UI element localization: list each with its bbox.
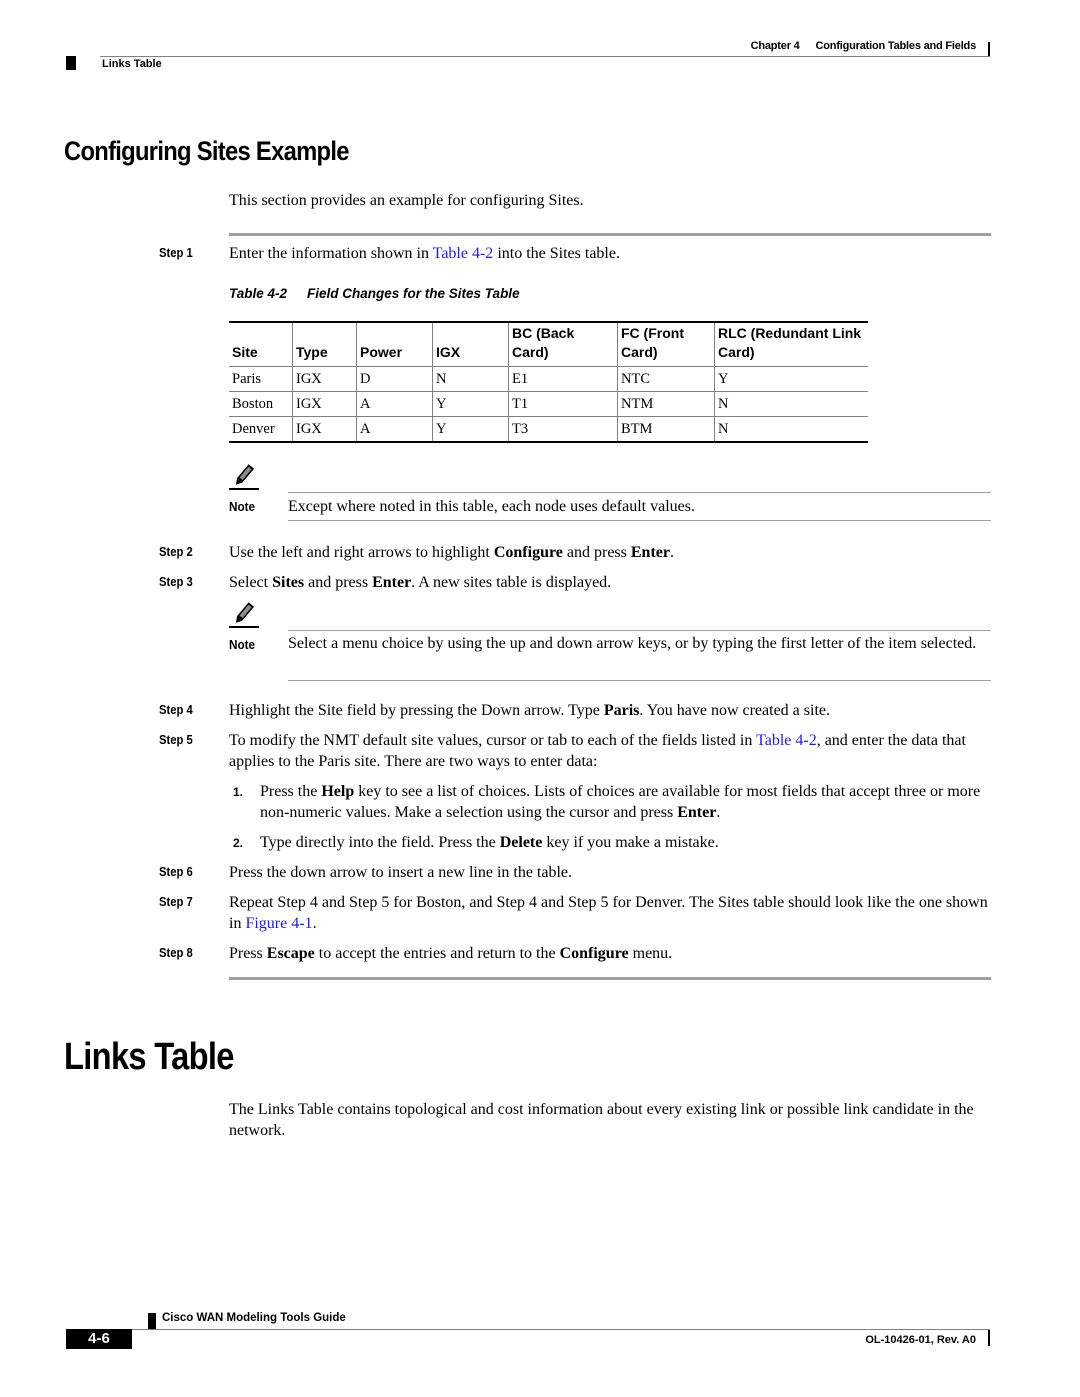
- cell: IGX: [292, 366, 357, 392]
- steps-bottom-rule: [229, 977, 991, 980]
- cell: Y: [714, 366, 868, 392]
- col-header-power: Power: [356, 321, 433, 367]
- cell: Y: [432, 391, 509, 417]
- cell: NTC: [617, 366, 715, 392]
- cell: Denver: [229, 416, 293, 443]
- cell: E1: [508, 366, 618, 392]
- table-row: Paris IGX D N E1 NTC Y: [229, 366, 868, 392]
- table-row: Denver IGX A Y T3 BTM N: [229, 416, 868, 443]
- section-title-configuring-sites: Configuring Sites Example: [64, 136, 349, 166]
- step-8-text: Press Escape to accept the entries and r…: [229, 945, 673, 962]
- col-header-igx: IGX: [432, 321, 509, 367]
- step-label: Step 5: [159, 733, 193, 747]
- footer-rule: [132, 1329, 990, 1330]
- footer-doc-id: OL-10426-01, Rev. A0: [865, 1334, 976, 1346]
- chapter-title: Configuration Tables and Fields: [815, 40, 977, 52]
- cell: BTM: [617, 416, 715, 443]
- chapter-label: Chapter 4: [750, 40, 800, 52]
- note-label: Note: [229, 499, 256, 514]
- step-2-text: Use the left and right arrows to highlig…: [229, 544, 674, 561]
- note-bottom-rule: [288, 680, 991, 681]
- list-number: 1.: [233, 785, 244, 799]
- note-top-rule: [288, 630, 991, 631]
- col-header-type: Type: [292, 321, 357, 367]
- note-label: Note: [229, 637, 256, 652]
- step-label: Step 4: [159, 703, 193, 717]
- figure-4-1-link[interactable]: Figure 4-1: [245, 915, 312, 932]
- list-number: 2.: [233, 836, 244, 850]
- step-label: Step 8: [159, 946, 193, 960]
- col-header-bc: BC (Back Card): [508, 321, 618, 367]
- step-label: Step 3: [159, 575, 193, 589]
- cell: T1: [508, 391, 618, 417]
- cell: A: [356, 416, 433, 443]
- list-item: Type directly into the field. Press the …: [260, 834, 719, 851]
- cell: D: [356, 366, 433, 392]
- cell: N: [714, 391, 868, 417]
- step-label: Step 6: [159, 865, 193, 879]
- note-text: Except where noted in this table, each n…: [288, 498, 695, 515]
- table-header-row: Site Type Power IGX BC (Back Card) FC (F…: [229, 321, 868, 367]
- header-square-marker: [66, 56, 76, 70]
- col-header-site: Site: [229, 321, 293, 367]
- steps-top-rule: [229, 233, 991, 236]
- cell: IGX: [292, 416, 357, 443]
- step-3-text: Select Sites and press Enter. A new site…: [229, 574, 612, 591]
- pencil-note-icon: [229, 602, 259, 628]
- step-5-text: To modify the NMT default site values, c…: [229, 732, 966, 770]
- cell: Y: [432, 416, 509, 443]
- footer-bar-marker: [988, 1330, 990, 1346]
- footer-guide-title: Cisco WAN Modeling Tools Guide: [162, 1312, 346, 1324]
- cell: Boston: [229, 391, 293, 417]
- section-intro: The Links Table contains topological and…: [229, 1101, 974, 1139]
- cell: T3: [508, 416, 618, 443]
- cell: Paris: [229, 366, 293, 392]
- step-label: Step 7: [159, 895, 193, 909]
- step-4-text: Highlight the Site field by pressing the…: [229, 702, 830, 719]
- sites-table: Site Type Power IGX BC (Back Card) FC (F…: [229, 321, 868, 443]
- note-top-rule: [288, 492, 991, 493]
- step-label: Step 2: [159, 545, 193, 559]
- list-item: Press the Help key to see a list of choi…: [260, 783, 981, 821]
- note-text: Select a menu choice by using the up and…: [288, 635, 977, 652]
- step-1-text: Enter the information shown in Table 4-2…: [229, 245, 620, 262]
- table-4-2-link[interactable]: Table 4-2: [756, 732, 817, 749]
- table-caption: Table 4-2 Field Changes for the Sites Tab…: [229, 286, 520, 301]
- cell: A: [356, 391, 433, 417]
- running-header-chapter: Chapter 4 Configuration Tables and Fields: [750, 40, 977, 52]
- header-bar-marker: [988, 42, 990, 57]
- pencil-note-icon: [229, 464, 259, 490]
- page-number: 4-6: [66, 1329, 132, 1349]
- table-4-2-link[interactable]: Table 4-2: [433, 245, 494, 262]
- cell: NTM: [617, 391, 715, 417]
- note-bottom-rule: [288, 520, 991, 521]
- col-header-rlc: RLC (Redundant Link Card): [714, 321, 868, 367]
- header-rule: [100, 56, 990, 57]
- cell: IGX: [292, 391, 357, 417]
- step-label: Step 1: [159, 246, 193, 260]
- footer-square-marker: [148, 1313, 156, 1329]
- step-7-text: Repeat Step 4 and Step 5 for Boston, and…: [229, 894, 988, 932]
- cell: N: [714, 416, 868, 443]
- running-header-section: Links Table: [102, 58, 162, 70]
- step-6-text: Press the down arrow to insert a new lin…: [229, 864, 573, 881]
- cell: N: [432, 366, 509, 392]
- table-row: Boston IGX A Y T1 NTM N: [229, 391, 868, 417]
- col-header-fc: FC (Front Card): [617, 321, 715, 367]
- section-intro: This section provides an example for con…: [229, 192, 584, 209]
- section-title-links-table: Links Table: [64, 1036, 234, 1078]
